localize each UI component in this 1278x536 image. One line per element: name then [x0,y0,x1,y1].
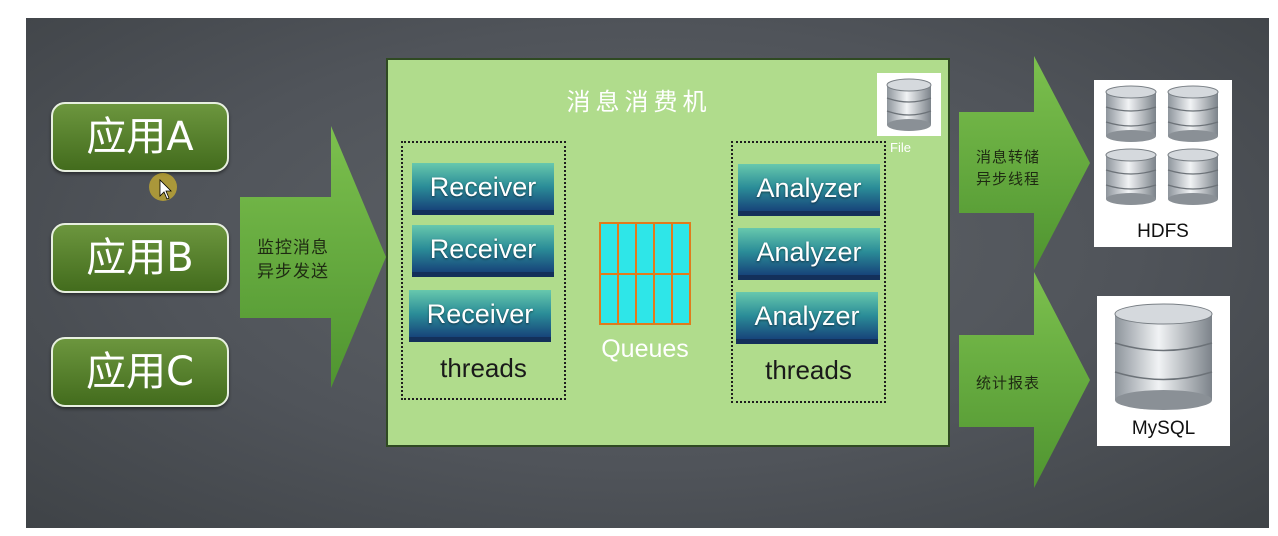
queue-cell [601,274,617,323]
hdfs-database-icon [1105,85,1219,205]
file-label: File [890,140,911,155]
right-arrow-bottom-label-line1: 统计报表 [976,374,1041,392]
right-arrow-bottom-label: 统计报表 [976,372,1040,394]
right-arrow-top-label: 消息转储 异步线程 [976,146,1040,190]
left-arrow-label-line2: 异步发送 [257,262,329,282]
queue-cell [637,224,653,273]
queue-cell [673,224,689,273]
queue-cell [673,274,689,323]
receiver-threads-label: threads [440,353,527,383]
analyzer-box: Analyzer [738,164,880,216]
queue-cell [655,224,671,273]
analyzer-box: Analyzer [736,292,878,344]
mysql-label: MySQL [1131,418,1196,439]
left-arrow-label: 监控消息 异步发送 [257,236,329,284]
analyzer-threads-label: threads [765,355,852,385]
app-b-box: 应用B [51,223,229,293]
queue-cell [619,224,635,273]
queue-cell [619,274,635,323]
left-arrow-label-line1: 监控消息 [257,238,329,258]
analyzer-box: Analyzer [738,228,880,280]
queues-label: Queues [601,335,689,363]
receiver-box: Receiver [412,225,554,277]
queue-cell [655,274,671,323]
mysql-database-icon [1114,303,1213,410]
receiver-box: Receiver [412,163,554,215]
queue-cell [637,274,653,323]
right-arrow-top-label-line1: 消息转储 [976,148,1041,166]
app-c-box: 应用C [51,337,229,407]
mysql-storage-card: MySQL [1097,296,1230,446]
queues-grid [599,222,691,325]
hdfs-label: HDFS [1137,221,1189,242]
consumer-title: 消息消费机 [566,88,712,116]
receiver-box: Receiver [409,290,551,342]
queue-cell [601,224,617,273]
file-icon [877,73,941,136]
right-arrow-top-label-line2: 异步线程 [976,170,1041,188]
hdfs-storage-card: HDFS [1094,80,1232,247]
